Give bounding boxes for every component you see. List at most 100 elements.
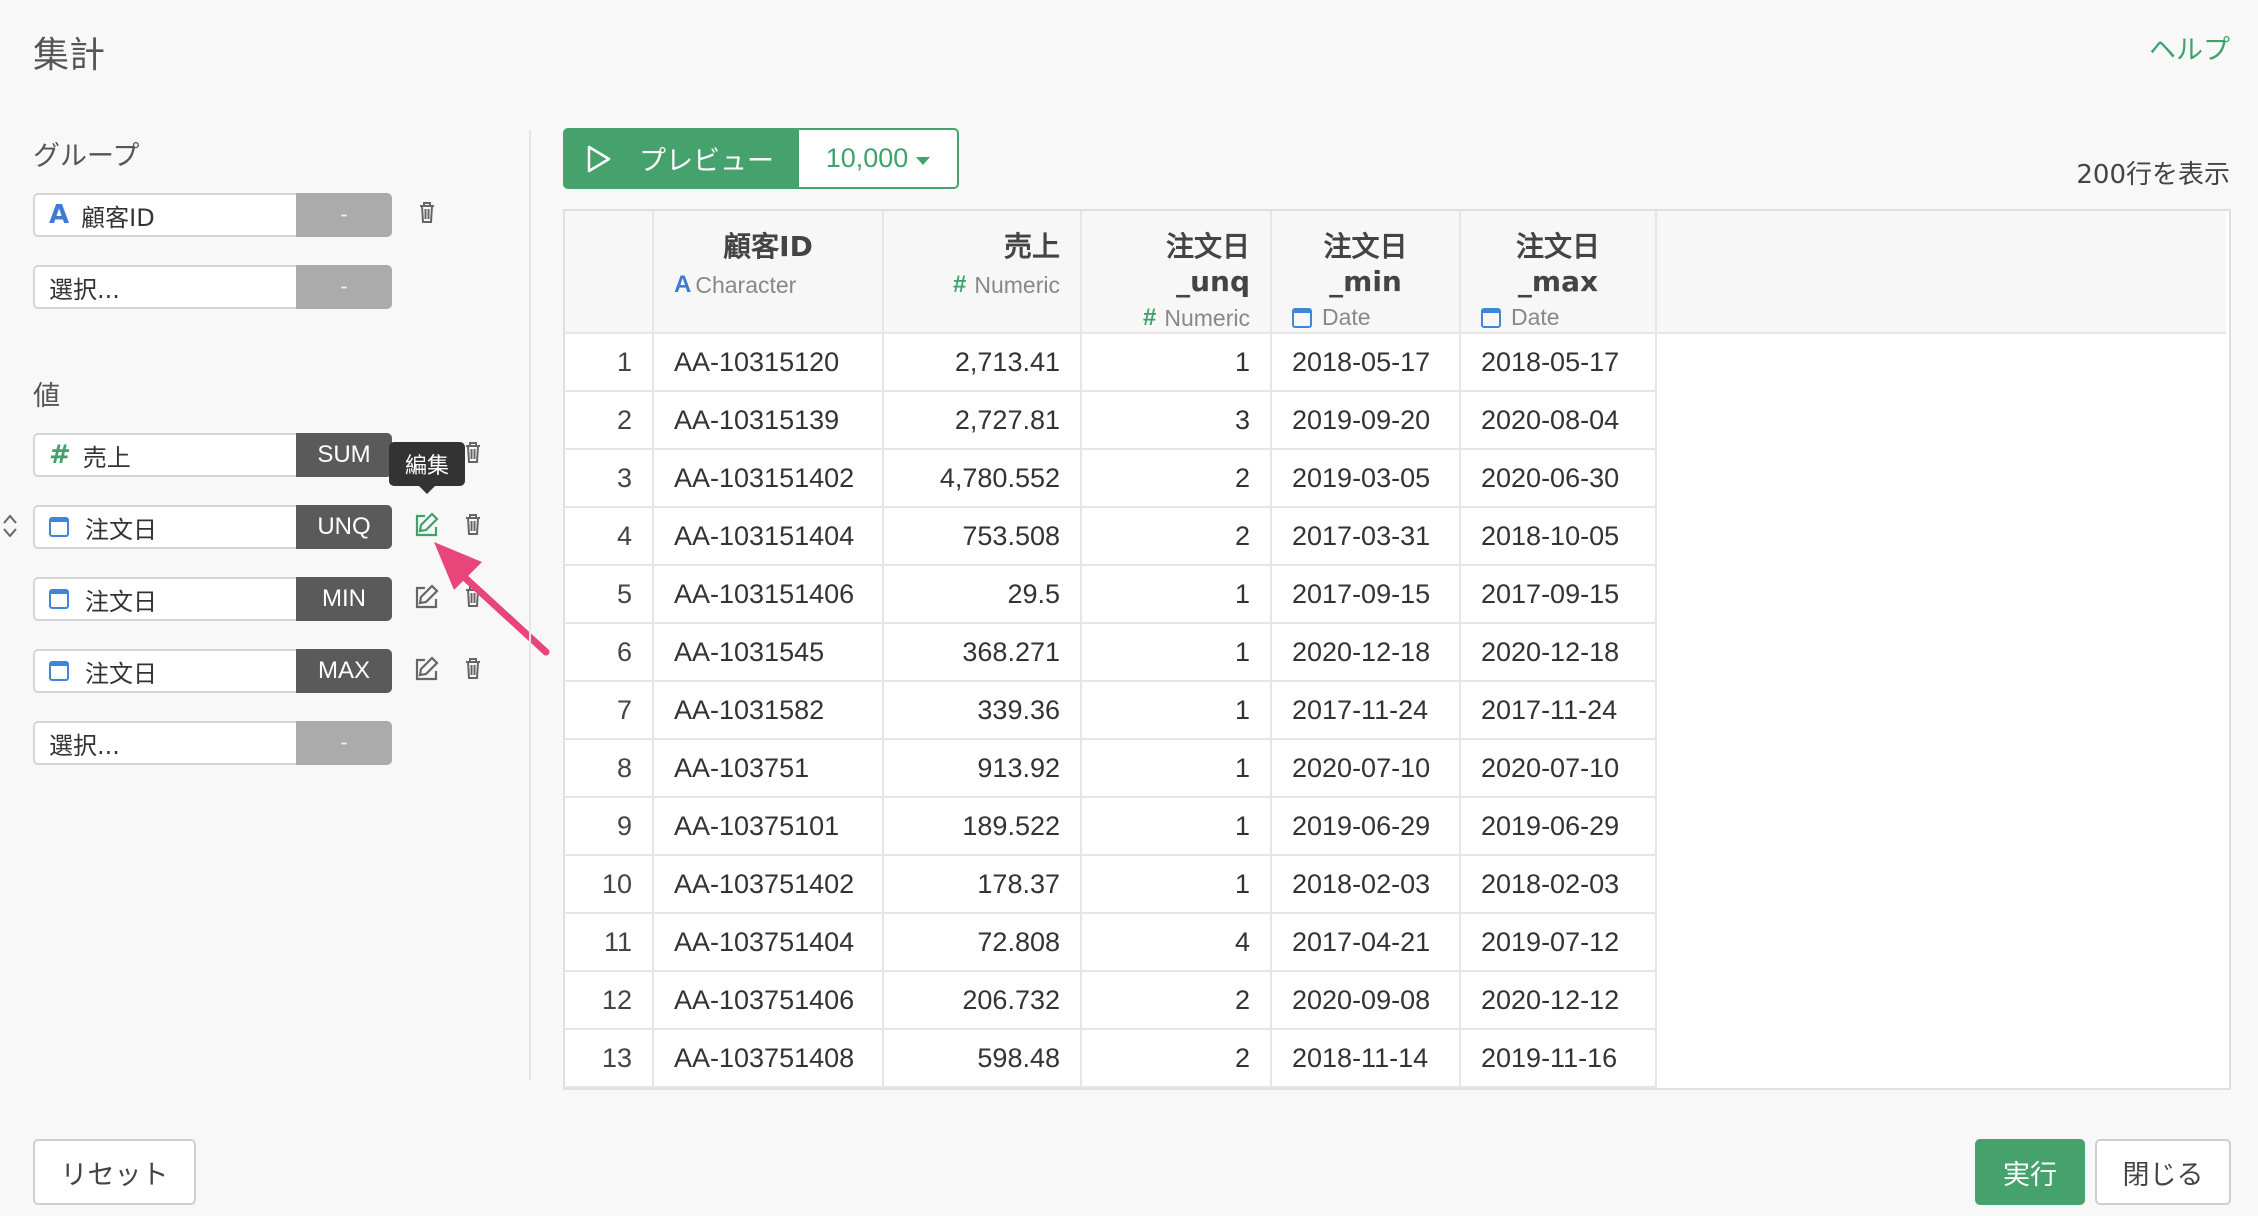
order-date-min-cell: 2017-03-31: [1271, 507, 1461, 566]
value-field-row: 注文日 MAX: [33, 649, 392, 693]
customer-id-cell: AA-1031582: [653, 681, 884, 740]
preview-controls: プレビュー 10,000: [563, 128, 959, 189]
help-link[interactable]: ヘルプ: [2149, 28, 2230, 67]
table-row: 8 AA-103751 913.92 1 2020-07-10 2020-07-10: [565, 739, 2226, 798]
order-date-max-cell: 2019-07-12: [1460, 913, 1657, 972]
order-date-max-cell: 2019-11-16: [1460, 1029, 1657, 1088]
reset-button[interactable]: リセット: [33, 1139, 196, 1205]
order-date-max-cell: 2019-06-29: [1460, 797, 1657, 856]
column-header[interactable]: 注文日_min Date: [1271, 211, 1461, 334]
value-field-name: 注文日: [85, 659, 157, 688]
table-body: 1 AA-10315120 2,713.41 1 2018-05-17 2018-05-1…: [565, 333, 2226, 1088]
order-date-unq-cell: 2: [1081, 971, 1272, 1030]
order-date-min-cell: 2017-04-21: [1271, 913, 1461, 972]
order-date-min-cell: 2018-11-14: [1271, 1029, 1461, 1088]
numeric-icon: #: [1143, 304, 1157, 331]
row-number-cell: 9: [565, 797, 654, 856]
run-button[interactable]: 実行: [1975, 1139, 2085, 1205]
value-agg-select[interactable]: SUM: [296, 433, 392, 477]
play-icon: [587, 145, 611, 172]
customer-id-cell: AA-10315120: [653, 333, 884, 392]
customer-id-cell: AA-103751: [653, 739, 884, 798]
value-agg-select[interactable]: UNQ: [296, 505, 392, 549]
column-header[interactable]: 顧客ID A Character: [653, 211, 884, 334]
close-button[interactable]: 閉じる: [2095, 1139, 2231, 1205]
sales-cell: 29.5: [883, 565, 1082, 624]
numeric-icon: #: [953, 271, 967, 298]
row-number-cell: 10: [565, 855, 654, 914]
value-field-select[interactable]: 注文日: [33, 577, 296, 621]
table-row: 10 AA-103751402 178.37 1 2018-02-03 2018-02-0…: [565, 855, 2226, 914]
order-date-min-cell: 2017-09-15: [1271, 565, 1461, 624]
group-field-name: 顧客ID: [81, 203, 155, 232]
table-row: 13 AA-103751408 598.48 2 2018-11-14 2019-11-1…: [565, 1029, 2226, 1088]
order-date-min-cell: 2020-12-18: [1271, 623, 1461, 682]
column-header[interactable]: 注文日_unq # Numeric: [1081, 211, 1272, 334]
row-limit-dropdown[interactable]: 10,000: [799, 128, 959, 189]
empty-row-fill: [1656, 681, 2226, 740]
sales-cell: 753.508: [883, 507, 1082, 566]
customer-id-cell: AA-103751408: [653, 1029, 884, 1088]
order-date-unq-cell: 2: [1081, 507, 1272, 566]
order-date-unq-cell: 2: [1081, 449, 1272, 508]
calendar-icon: [49, 517, 69, 537]
order-date-min-cell: 2019-03-05: [1271, 449, 1461, 508]
order-date-max-cell: 2018-10-05: [1460, 507, 1657, 566]
order-date-unq-cell: 1: [1081, 855, 1272, 914]
value-section-label: 値: [33, 381, 60, 412]
value-field-select[interactable]: 注文日: [33, 649, 296, 693]
column-header[interactable]: 売上 # Numeric: [883, 211, 1082, 334]
trash-icon[interactable]: [412, 197, 442, 227]
drag-handle-icon[interactable]: [0, 511, 20, 541]
customer-id-cell: AA-103151406: [653, 565, 884, 624]
column-type: Numeric: [974, 271, 1060, 298]
order-date-max-cell: 2018-02-03: [1460, 855, 1657, 914]
group-agg-select[interactable]: -: [296, 193, 392, 237]
column-name: 注文日_min: [1323, 230, 1408, 298]
group-field-row-empty: 選択... -: [33, 265, 392, 309]
value-agg-select-empty[interactable]: -: [296, 721, 392, 765]
row-number-cell: 13: [565, 1029, 654, 1088]
column-type: Character: [695, 271, 797, 298]
order-date-min-cell: 2020-09-08: [1271, 971, 1461, 1030]
edit-tooltip-tail: [418, 485, 436, 494]
column-name: 注文日_unq: [1165, 230, 1250, 298]
value-field-name: 注文日: [85, 587, 157, 616]
preview-table-container[interactable]: 顧客ID A Character 売上 # Numeric 注文日_unq # Num…: [563, 209, 2231, 1090]
order-date-min-cell: 2019-06-29: [1271, 797, 1461, 856]
column-type: Date: [1511, 304, 1560, 330]
panel-divider: [529, 130, 531, 1080]
row-limit-label: 10,000: [825, 143, 909, 173]
empty-row-fill: [1656, 391, 2226, 450]
annotation-arrow: [434, 542, 550, 656]
value-field-select-empty[interactable]: 選択...: [33, 721, 296, 765]
table-row: 5 AA-103151406 29.5 1 2017-09-15 2017-09-15: [565, 565, 2226, 624]
column-name: 注文日_max: [1515, 230, 1600, 298]
group-field-select-empty[interactable]: 選択...: [33, 265, 296, 309]
calendar-icon: [1481, 307, 1501, 328]
value-field-select[interactable]: # 売上: [33, 433, 296, 477]
table-row: 6 AA-1031545 368.271 1 2020-12-18 2020-12-18: [565, 623, 2226, 682]
column-header[interactable]: 注文日_max Date: [1460, 211, 1657, 334]
group-agg-select-empty[interactable]: -: [296, 265, 392, 309]
value-field-row-empty: 選択... -: [33, 721, 392, 765]
value-agg-select[interactable]: MIN: [296, 577, 392, 621]
order-date-max-cell: 2017-09-15: [1460, 565, 1657, 624]
caret-down-icon: [916, 156, 931, 165]
table-row: 12 AA-103751406 206.732 2 2020-09-08 2020-12-…: [565, 971, 2226, 1030]
group-field-row: A 顧客ID -: [33, 193, 392, 237]
order-date-max-cell: 2020-07-10: [1460, 739, 1657, 798]
preview-button[interactable]: プレビュー: [563, 128, 799, 189]
value-agg-select[interactable]: MAX: [296, 649, 392, 693]
table-row: 1 AA-10315120 2,713.41 1 2018-05-17 2018-05-1…: [565, 333, 2226, 392]
order-date-min-cell: 2018-02-03: [1271, 855, 1461, 914]
table-row: 4 AA-103151404 753.508 2 2017-03-31 2018-10-0…: [565, 507, 2226, 566]
order-date-max-cell: 2020-12-12: [1460, 971, 1657, 1030]
group-field-select[interactable]: A 顧客ID: [33, 193, 296, 237]
column-name: 顧客ID: [723, 230, 813, 263]
table-row: 3 AA-103151402 4,780.552 2 2019-03-05 2020-06…: [565, 449, 2226, 508]
customer-id-cell: AA-103751404: [653, 913, 884, 972]
customer-id-cell: AA-103751402: [653, 855, 884, 914]
sales-cell: 72.808: [883, 913, 1082, 972]
value-field-select[interactable]: 注文日: [33, 505, 296, 549]
